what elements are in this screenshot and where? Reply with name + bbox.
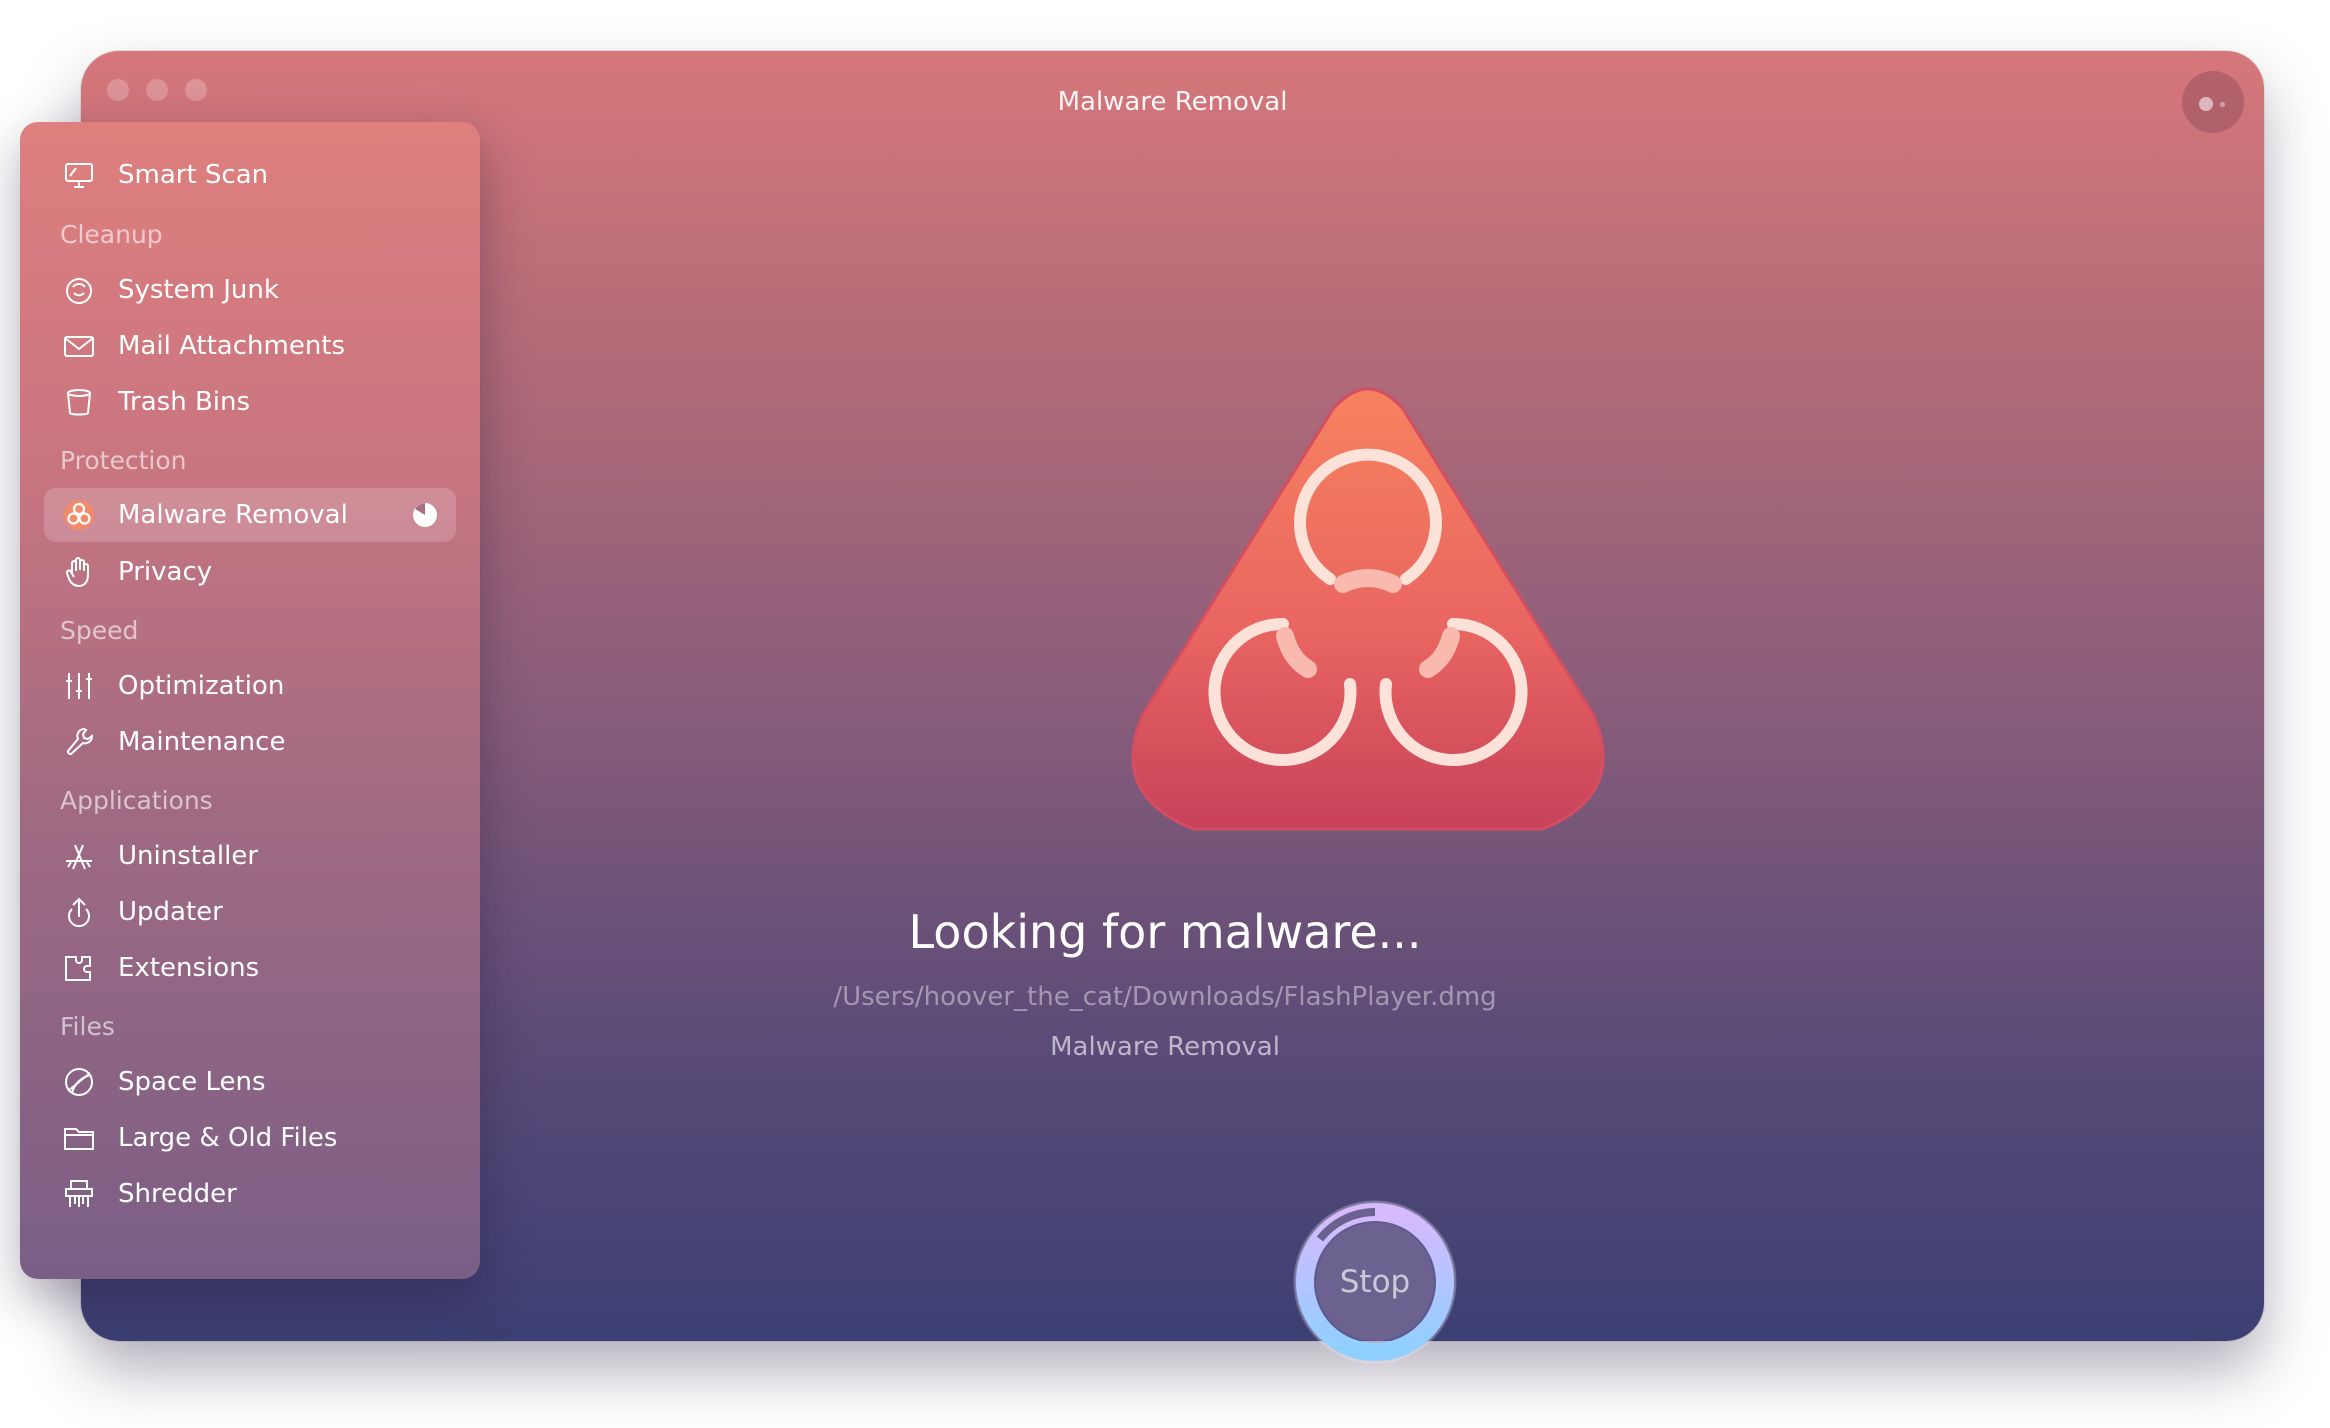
sidebar-item-label: Mail Attachments	[118, 331, 346, 361]
sidebar-item-label: Space Lens	[118, 1067, 266, 1097]
module-name: Malware Removal	[1050, 1032, 1280, 1062]
sidebar-item-optimization[interactable]: Optimization	[44, 659, 456, 713]
biohazard-hero-icon	[1123, 384, 1613, 834]
sidebar: Smart Scan Cleanup System Junk Mail Atta…	[20, 122, 480, 1279]
mail-icon	[60, 327, 98, 365]
current-scan-path: /Users/hoover_the_cat/Downloads/FlashPla…	[833, 982, 1497, 1012]
sidebar-item-smart-scan[interactable]: Smart Scan	[44, 148, 456, 202]
monitor-scan-icon	[60, 156, 98, 194]
system-junk-icon	[60, 271, 98, 309]
sidebar-item-shredder[interactable]: Shredder	[44, 1167, 456, 1221]
section-speed: Speed	[60, 616, 139, 645]
sidebar-item-privacy[interactable]: Privacy	[44, 545, 456, 599]
sidebar-item-system-junk[interactable]: System Junk	[44, 263, 456, 317]
assistant-button[interactable]	[2182, 71, 2244, 133]
sidebar-item-label: Malware Removal	[118, 500, 348, 530]
sidebar-item-label: Privacy	[118, 557, 213, 587]
sliders-icon	[60, 667, 98, 705]
biohazard-icon	[60, 496, 98, 534]
app-store-icon	[60, 837, 98, 875]
scan-status-text: Looking for malware...	[908, 905, 1422, 959]
section-cleanup: Cleanup	[60, 220, 163, 249]
scan-progress-pie-icon	[412, 502, 438, 528]
sidebar-item-label: Uninstaller	[118, 841, 259, 871]
sidebar-item-label: Trash Bins	[118, 387, 251, 417]
stop-control: Stop	[1288, 1195, 1462, 1369]
shredder-icon	[60, 1175, 98, 1213]
section-protection: Protection	[60, 446, 187, 475]
sidebar-item-mail-attachments[interactable]: Mail Attachments	[44, 319, 456, 373]
sidebar-item-label: Smart Scan	[118, 160, 269, 190]
sidebar-item-large-old-files[interactable]: Large & Old Files	[44, 1111, 456, 1165]
sidebar-item-malware-removal[interactable]: Malware Removal	[44, 488, 456, 542]
sidebar-item-maintenance[interactable]: Maintenance	[44, 715, 456, 769]
folder-icon	[60, 1119, 98, 1157]
sidebar-item-space-lens[interactable]: Space Lens	[44, 1055, 456, 1109]
assistant-dot-small	[2220, 102, 2225, 107]
assistant-dot-icon	[2199, 97, 2213, 111]
space-lens-icon	[60, 1063, 98, 1101]
stop-button[interactable]: Stop	[1316, 1223, 1434, 1341]
sidebar-item-label: Maintenance	[118, 727, 286, 757]
sidebar-item-label: System Junk	[118, 275, 279, 305]
window-title: Malware Removal	[1057, 87, 1288, 117]
hand-icon	[60, 553, 98, 591]
sidebar-item-uninstaller[interactable]: Uninstaller	[44, 829, 456, 883]
wrench-icon	[60, 723, 98, 761]
sidebar-item-trash-bins[interactable]: Trash Bins	[44, 375, 456, 429]
sidebar-item-label: Shredder	[118, 1179, 237, 1209]
trash-bin-icon	[60, 383, 98, 421]
sidebar-item-label: Large & Old Files	[118, 1123, 338, 1153]
section-applications: Applications	[60, 786, 213, 815]
sidebar-item-label: Optimization	[118, 671, 285, 701]
